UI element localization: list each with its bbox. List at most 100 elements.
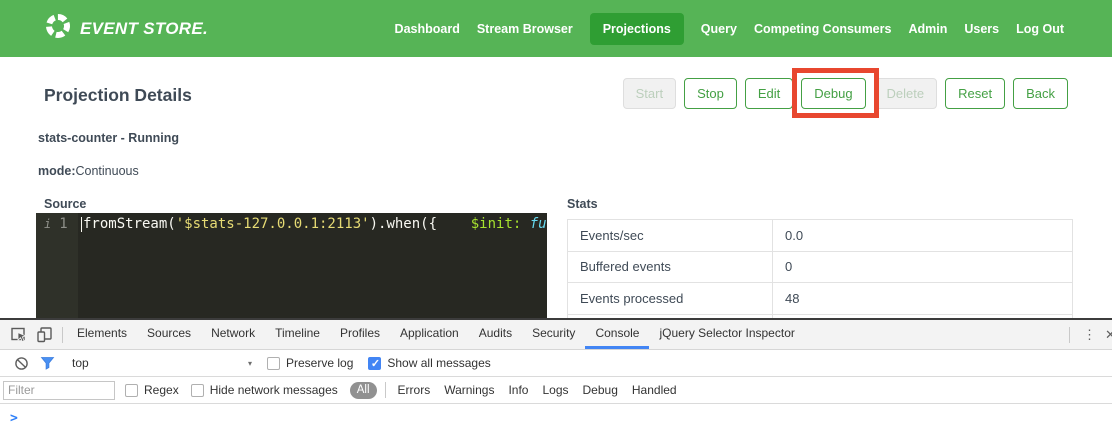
device-toolbar-icon[interactable] xyxy=(32,320,58,349)
console-prompt[interactable]: > xyxy=(0,404,1112,426)
code-init-handler: $init: xyxy=(471,216,522,232)
nav-item-projections[interactable]: Projections xyxy=(590,13,684,45)
chevron-down-icon: ▾ xyxy=(248,359,252,368)
projection-mode: mode:Continuous xyxy=(38,164,139,178)
tab-security[interactable]: Security xyxy=(522,320,585,349)
text-cursor xyxy=(81,217,82,232)
stop-button[interactable]: Stop xyxy=(684,78,737,109)
hide-network-messages-label[interactable]: Hide network messages xyxy=(210,383,338,397)
nav-item-admin[interactable]: Admin xyxy=(908,22,947,36)
regex-checkbox[interactable] xyxy=(125,384,138,397)
filter-level-debug[interactable]: Debug xyxy=(583,383,618,397)
stat-name: Events/sec xyxy=(568,220,773,251)
table-row: Events processed 48 xyxy=(568,283,1072,315)
tab-jquery-selector-inspector[interactable]: jQuery Selector Inspector xyxy=(649,320,804,349)
show-all-messages-control: Show all messages xyxy=(368,356,490,370)
nav-item-stream-browser[interactable]: Stream Browser xyxy=(477,22,573,36)
nav-item-query[interactable]: Query xyxy=(701,22,737,36)
show-all-messages-label[interactable]: Show all messages xyxy=(387,356,490,370)
context-label: top xyxy=(72,356,89,370)
tab-console[interactable]: Console xyxy=(585,320,649,349)
stat-name: Buffered events xyxy=(568,252,773,283)
tab-elements[interactable]: Elements xyxy=(67,320,137,349)
stat-value: 0 xyxy=(773,252,1072,283)
mode-label: mode: xyxy=(38,164,76,178)
filter-level-all-badge[interactable]: All xyxy=(350,382,377,399)
back-button[interactable]: Back xyxy=(1013,78,1068,109)
projection-actions: Start Stop Edit Debug Delete Reset Back xyxy=(623,78,1068,109)
preserve-log-control: Preserve log xyxy=(267,356,353,370)
app-window: EVENT STORE. Dashboard Stream Browser Pr… xyxy=(0,0,1112,440)
execution-context-selector[interactable]: top ▾ xyxy=(72,356,252,370)
tab-profiles[interactable]: Profiles xyxy=(330,320,390,349)
code-line[interactable]: fromStream('$stats-127.0.0.1:2113').when… xyxy=(78,213,547,318)
regex-control: Regex xyxy=(125,383,179,397)
kebab-menu-icon[interactable]: ⋮ xyxy=(1074,327,1105,343)
projection-status: stats-counter - Running xyxy=(38,131,179,145)
eventstore-logo[interactable]: EVENT STORE. xyxy=(44,12,208,45)
start-button[interactable]: Start xyxy=(623,78,676,109)
filter-level-logs[interactable]: Logs xyxy=(542,383,568,397)
divider xyxy=(1069,327,1070,343)
hide-network-messages-checkbox[interactable] xyxy=(191,384,204,397)
mode-value: Continuous xyxy=(76,164,139,178)
clear-console-icon[interactable] xyxy=(8,356,34,371)
page-title: Projection Details xyxy=(44,85,192,106)
devtools-panel: Elements Sources Network Timeline Profil… xyxy=(0,318,1112,440)
preserve-log-checkbox[interactable] xyxy=(267,357,280,370)
filter-input[interactable] xyxy=(3,381,115,400)
stats-heading: Stats xyxy=(567,197,598,211)
source-heading: Source xyxy=(44,197,86,211)
table-row: Buffered events 0 xyxy=(568,252,1072,284)
stat-name: Events processed xyxy=(568,283,773,314)
eventstore-logo-icon xyxy=(44,12,72,45)
stat-value: 48 xyxy=(773,283,1072,314)
tab-timeline[interactable]: Timeline xyxy=(265,320,330,349)
code-keyword-fragment: fu xyxy=(521,216,546,232)
table-row: Events/sec 0.0 xyxy=(568,220,1072,252)
line-number: 1 xyxy=(59,214,67,318)
devtools-tabbar: Elements Sources Network Timeline Profil… xyxy=(0,320,1112,350)
source-code-editor[interactable]: i 1 fromStream('$stats-127.0.0.1:2113').… xyxy=(36,213,547,318)
gutter-info-annotation-icon: i xyxy=(44,214,51,318)
divider xyxy=(62,327,63,343)
preserve-log-label[interactable]: Preserve log xyxy=(286,356,353,370)
tab-network[interactable]: Network xyxy=(201,320,265,349)
inspect-element-icon[interactable] xyxy=(6,320,32,349)
regex-label[interactable]: Regex xyxy=(144,383,179,397)
divider xyxy=(385,382,386,398)
show-all-messages-checkbox[interactable] xyxy=(368,357,381,370)
debug-button[interactable]: Debug xyxy=(801,78,865,109)
code-call: fromStream( xyxy=(83,216,176,232)
reset-button[interactable]: Reset xyxy=(945,78,1005,109)
hide-network-control: Hide network messages xyxy=(191,383,338,397)
stats-table: Events/sec 0.0 Buffered events 0 Events … xyxy=(567,219,1073,325)
filter-level-errors[interactable]: Errors xyxy=(398,383,431,397)
stat-value: 0.0 xyxy=(773,220,1072,251)
filter-level-handled[interactable]: Handled xyxy=(632,383,677,397)
filter-level-info[interactable]: Info xyxy=(508,383,528,397)
delete-button[interactable]: Delete xyxy=(874,78,938,109)
devtools-tabbar-right: ⋮ ✕ xyxy=(1065,320,1112,349)
code-chain: ).when({ xyxy=(370,216,471,232)
logo-text: EVENT STORE. xyxy=(80,19,208,39)
editor-gutter: i 1 xyxy=(36,213,78,318)
code-stream-string: '$stats-127.0.0.1:2113' xyxy=(176,216,370,232)
console-toolbar: top ▾ Preserve log Show all messages xyxy=(0,350,1112,377)
console-filterbar: Regex Hide network messages All Errors W… xyxy=(0,377,1112,404)
nav-item-dashboard[interactable]: Dashboard xyxy=(395,22,460,36)
edit-button[interactable]: Edit xyxy=(745,78,793,109)
nav-items: Dashboard Stream Browser Projections Que… xyxy=(395,13,1064,45)
tab-audits[interactable]: Audits xyxy=(469,320,522,349)
close-icon[interactable]: ✕ xyxy=(1105,327,1112,343)
console-prompt-chevron-icon: > xyxy=(10,411,18,426)
nav-item-competing-consumers[interactable]: Competing Consumers xyxy=(754,22,892,36)
nav-item-logout[interactable]: Log Out xyxy=(1016,22,1064,36)
debug-button-wrapper: Debug xyxy=(801,78,865,109)
tab-application[interactable]: Application xyxy=(390,320,469,349)
top-navbar: EVENT STORE. Dashboard Stream Browser Pr… xyxy=(0,0,1112,57)
nav-item-users[interactable]: Users xyxy=(964,22,999,36)
filter-funnel-icon[interactable] xyxy=(34,356,60,370)
tab-sources[interactable]: Sources xyxy=(137,320,201,349)
filter-level-warnings[interactable]: Warnings xyxy=(444,383,494,397)
